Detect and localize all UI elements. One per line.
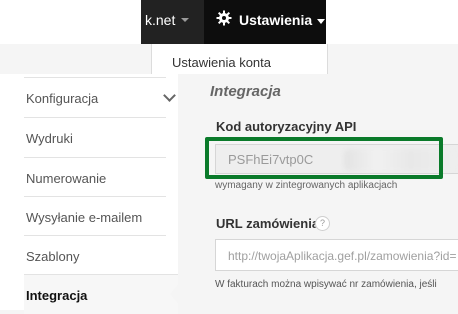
sidebar-item-label: Integracja bbox=[26, 288, 88, 303]
sidebar-item-szablony[interactable]: Szablony bbox=[24, 235, 166, 275]
sidebar-item-integracja[interactable]: Integracja bbox=[24, 274, 178, 314]
sidebar-item-konfiguracja[interactable]: Konfiguracja bbox=[24, 77, 176, 117]
sidebar: Konfiguracja Wydruki Numerowanie Wysyłan… bbox=[0, 74, 180, 314]
account-menu-label: k.net bbox=[145, 12, 176, 28]
gear-icon bbox=[216, 10, 232, 26]
order-url-help: W fakturach można wpisywać nr zamówienia… bbox=[215, 279, 437, 290]
help-icon[interactable]: ? bbox=[315, 216, 330, 231]
sidebar-item-wysylanie-e-mailem[interactable]: Wysyłanie e-mailem bbox=[24, 196, 166, 236]
main-content: Integracja Kod autoryzacyjny API PSFhEi7… bbox=[178, 74, 458, 310]
order-url-input[interactable]: http://twojaAplikacja.gef.pl/zamowienia?… bbox=[215, 239, 458, 271]
order-url-placeholder: http://twojaAplikacja.gef.pl/zamowienia?… bbox=[228, 249, 457, 263]
settings-menu-label: Ustawienia bbox=[239, 12, 313, 28]
page-title: Integracja bbox=[210, 83, 281, 100]
settings-dropdown: Ustawienia konta bbox=[151, 44, 328, 74]
sidebar-item-label: Wysyłanie e-mailem bbox=[26, 210, 143, 225]
chevron-down-icon bbox=[181, 18, 189, 22]
sidebar-item-label: Numerowanie bbox=[26, 171, 107, 186]
highlight-box bbox=[205, 137, 443, 179]
sidebar-item-wydruki[interactable]: Wydruki bbox=[24, 117, 166, 157]
settings-menu[interactable]: Ustawienia bbox=[204, 0, 326, 44]
dropdown-item-account-settings[interactable]: Ustawienia konta bbox=[172, 55, 271, 70]
api-code-label: Kod autoryzacyjny API bbox=[216, 119, 357, 134]
sidebar-item-numerowanie[interactable]: Numerowanie bbox=[24, 157, 166, 197]
order-url-label: URL zamówienia bbox=[216, 216, 320, 231]
sidebar-item-label: Wydruki bbox=[26, 131, 73, 146]
chevron-down-icon bbox=[163, 89, 176, 102]
sidebar-item-label: Szablony bbox=[26, 249, 80, 264]
sidebar-item-label: Konfiguracja bbox=[26, 91, 99, 106]
top-navbar: k.net Ustawienia bbox=[0, 0, 458, 44]
account-menu[interactable]: k.net bbox=[141, 0, 204, 44]
chevron-down-icon bbox=[317, 19, 325, 24]
api-code-help: wymagany w zintegrowanych aplikacjach bbox=[215, 180, 398, 191]
